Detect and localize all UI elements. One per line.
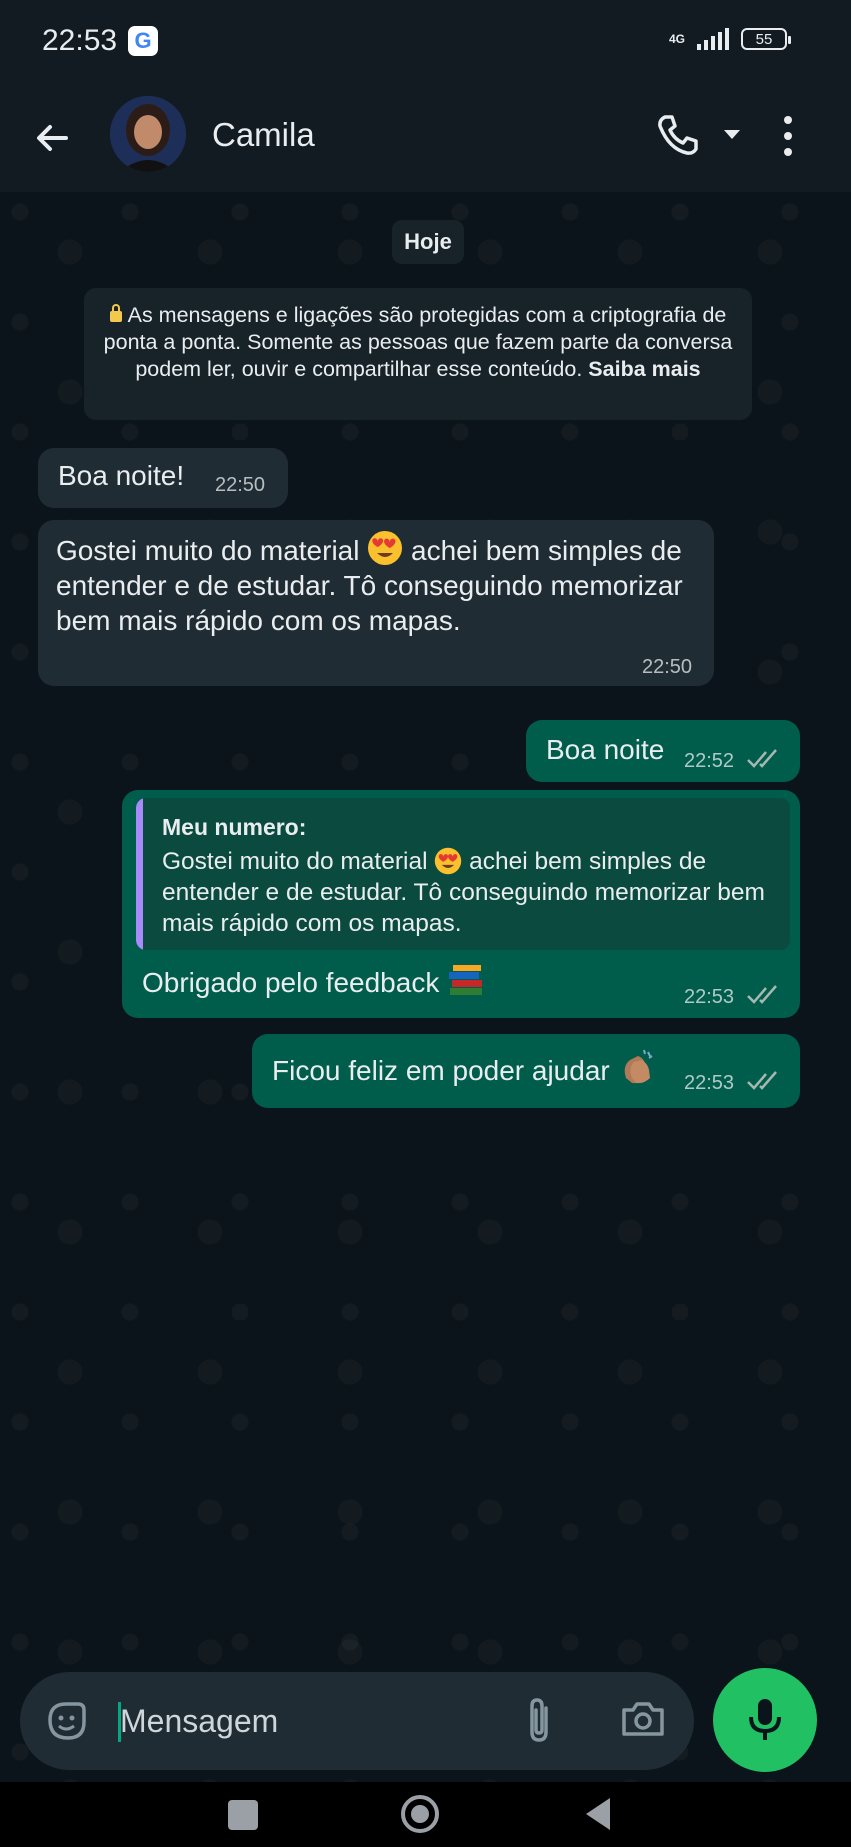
google-icon: G (128, 26, 158, 56)
status-indicators: 4G 55 (668, 28, 791, 50)
message-time: 22:50 (215, 474, 266, 496)
message-text-part: Gostei muito do material (56, 535, 360, 566)
read-receipt-icon (747, 985, 777, 1004)
message-composer (20, 1672, 694, 1770)
date-divider: Hoje (392, 220, 464, 264)
message-time: 22:53 (684, 986, 735, 1008)
contact-avatar[interactable] (110, 96, 186, 172)
outgoing-reply-message[interactable]: Meu numero: Gostei muito do material ach… (122, 790, 800, 1018)
more-vertical-icon[interactable] (780, 114, 796, 158)
status-bar: 22:53 G 4G 55 (0, 0, 851, 84)
quote-author: Meu numero: (162, 814, 307, 840)
quote-text: Gostei muito do material achei bem simpl… (162, 846, 776, 939)
quote-bar (136, 798, 143, 950)
message-time: 22:50 (642, 656, 693, 678)
learn-more-link[interactable]: Saiba mais (588, 357, 700, 381)
message-time: 22:52 (684, 750, 735, 772)
back-button[interactable] (582, 1796, 614, 1832)
chat-area[interactable]: Hoje As mensagens e ligações são protegi… (0, 192, 851, 1782)
chat-header: Camila (0, 84, 851, 192)
outgoing-message[interactable]: Boa noite 22:52 (526, 720, 800, 782)
outgoing-message[interactable]: Ficou feliz em poder ajudar 22:53 (252, 1034, 800, 1108)
battery-icon: 55 (741, 28, 791, 50)
voice-message-button[interactable] (713, 1668, 817, 1772)
incoming-message[interactable]: Boa noite! 22:50 (38, 448, 288, 508)
message-text: Gostei muito do material achei bem simpl… (56, 530, 696, 638)
message-text: Boa noite! (58, 460, 185, 491)
message-text: Boa noite (546, 734, 665, 765)
message-time: 22:53 (684, 1072, 735, 1094)
signal-icon (697, 28, 729, 50)
heart-eyes-emoji-icon (435, 847, 462, 875)
incoming-message[interactable]: Gostei muito do material achei bem simpl… (38, 520, 714, 686)
system-navigation-bar (0, 1782, 851, 1847)
read-receipt-icon (747, 1071, 777, 1090)
back-arrow-icon[interactable] (30, 116, 74, 160)
clapping-hands-emoji-icon (624, 1049, 653, 1084)
heart-eyes-emoji-icon (368, 531, 403, 565)
message-text: Obrigado pelo feedback (142, 964, 485, 1000)
home-button[interactable] (400, 1794, 440, 1834)
message-text-part: Ficou feliz em poder ajudar (272, 1055, 610, 1086)
phone-icon[interactable] (655, 112, 699, 158)
message-input[interactable] (120, 1698, 440, 1744)
microphone-icon (749, 1699, 781, 1740)
camera-icon[interactable] (620, 1696, 666, 1742)
sticker-icon[interactable] (44, 1698, 90, 1744)
read-receipt-icon (747, 749, 777, 768)
attachment-icon[interactable] (522, 1694, 558, 1746)
chevron-down-icon[interactable] (722, 128, 742, 142)
contact-name[interactable]: Camila (212, 116, 315, 154)
books-emoji-icon (449, 965, 483, 995)
status-time: 22:53 (42, 24, 118, 57)
battery-level: 55 (755, 30, 773, 48)
network-type: 4G (668, 32, 685, 46)
quote-text-part: Gostei muito do material (162, 848, 428, 875)
lock-icon (109, 304, 122, 322)
encryption-notice[interactable]: As mensagens e ligações são protegidas c… (84, 288, 752, 420)
recent-apps-button[interactable] (228, 1800, 258, 1830)
avatar-image (110, 96, 186, 172)
message-text: Ficou feliz em poder ajudar (272, 1048, 656, 1088)
quoted-message[interactable]: Meu numero: Gostei muito do material ach… (136, 798, 790, 950)
message-text-part: Obrigado pelo feedback (142, 967, 440, 998)
